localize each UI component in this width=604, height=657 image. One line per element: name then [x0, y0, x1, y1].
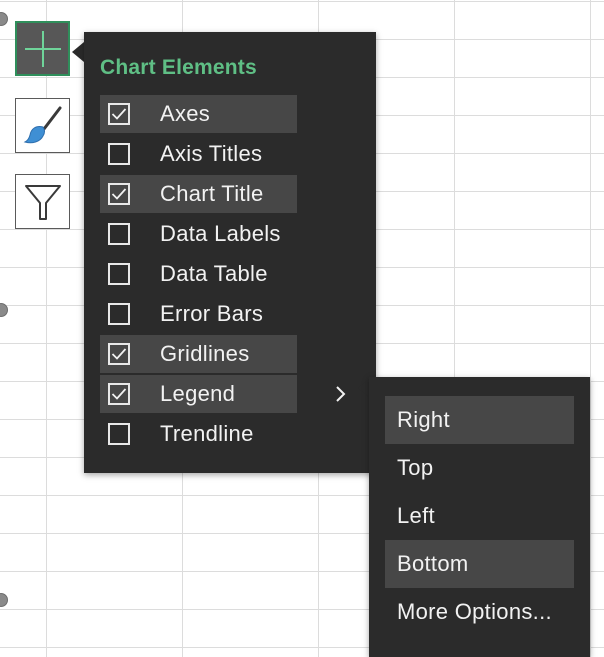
chart-filters-button[interactable]	[15, 174, 70, 229]
chevron-right-icon[interactable]	[334, 384, 348, 404]
chart-element-label: Error Bars	[160, 301, 264, 326]
checkbox[interactable]	[108, 183, 130, 205]
panel-title: Chart Elements	[100, 56, 257, 79]
checkbox[interactable]	[108, 263, 130, 285]
chart-element-chart-title[interactable]: Chart Title	[100, 175, 297, 213]
chart-resize-handle[interactable]	[0, 12, 8, 26]
chart-element-error-bars[interactable]: Error Bars	[100, 295, 297, 333]
chart-element-label: Axis Titles	[160, 141, 263, 166]
funnel-icon	[24, 184, 61, 220]
legend-position-left[interactable]: Left	[385, 492, 574, 540]
legend-position-top[interactable]: Top	[385, 444, 574, 492]
checkmark-icon	[111, 388, 127, 400]
checkbox[interactable]	[108, 103, 130, 125]
chart-element-label: Data Labels	[160, 221, 281, 246]
chart-element-label: Axes	[160, 101, 211, 126]
chart-element-data-labels[interactable]: Data Labels	[100, 215, 297, 253]
chart-element-label: Chart Title	[160, 181, 264, 206]
checkbox[interactable]	[108, 143, 130, 165]
panel-pointer	[72, 42, 84, 62]
grid-line	[590, 0, 591, 655]
chart-elements-button[interactable]	[15, 21, 70, 76]
chart-element-gridlines[interactable]: Gridlines	[100, 335, 297, 373]
checkmark-icon	[111, 188, 127, 200]
chart-element-label: Legend	[160, 381, 236, 406]
paintbrush-icon	[23, 106, 61, 143]
chart-element-data-table[interactable]: Data Table	[100, 255, 297, 293]
plus-icon	[24, 30, 61, 67]
chart-element-label: Trendline	[160, 421, 254, 446]
checkbox[interactable]	[108, 303, 130, 325]
chart-element-axes[interactable]: Axes	[100, 95, 297, 133]
chart-element-axis-titles[interactable]: Axis Titles	[100, 135, 297, 173]
checkmark-icon	[111, 108, 127, 120]
chart-element-label: Gridlines	[160, 341, 250, 366]
chart-resize-handle[interactable]	[0, 593, 8, 607]
chart-element-trendline[interactable]: Trendline	[100, 415, 297, 453]
chart-styles-button[interactable]	[15, 98, 70, 153]
legend-more-options[interactable]: More Options...	[385, 588, 574, 636]
checkbox[interactable]	[108, 423, 130, 445]
chart-element-legend[interactable]: Legend	[100, 375, 297, 413]
chart-elements-panel: Chart Elements Axes Axis Titles Chart Ti…	[84, 32, 376, 473]
legend-position-submenu: Right Top Left Bottom More Options...	[369, 377, 590, 657]
checkbox[interactable]	[108, 383, 130, 405]
checkmark-icon	[111, 348, 127, 360]
legend-position-right[interactable]: Right	[385, 396, 574, 444]
chart-resize-handle[interactable]	[0, 303, 8, 317]
legend-position-bottom[interactable]: Bottom	[385, 540, 574, 588]
checkbox[interactable]	[108, 223, 130, 245]
chart-element-label: Data Table	[160, 261, 268, 286]
checkbox[interactable]	[108, 343, 130, 365]
